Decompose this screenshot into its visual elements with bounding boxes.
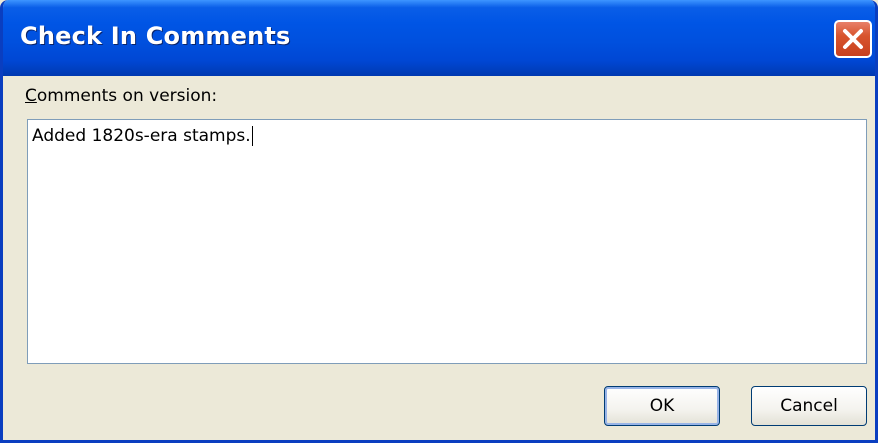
check-in-comments-dialog: Check In Comments Comments on version: A… [0,0,878,443]
ok-button[interactable]: OK [604,386,720,426]
comments-textarea[interactable]: Added 1820s-era stamps. [27,119,867,364]
dialog-title: Check In Comments [20,22,291,50]
close-icon [843,29,863,49]
comments-label-mnemonic: C [25,86,37,106]
comments-label-text: omments on version: [36,86,218,106]
text-caret [251,126,253,146]
comments-label: Comments on version: [25,86,217,106]
title-bar[interactable]: Check In Comments [3,0,875,76]
close-button[interactable] [834,20,872,58]
comments-text: Added 1820s-era stamps. [32,126,251,146]
cancel-button[interactable]: Cancel [751,386,867,426]
